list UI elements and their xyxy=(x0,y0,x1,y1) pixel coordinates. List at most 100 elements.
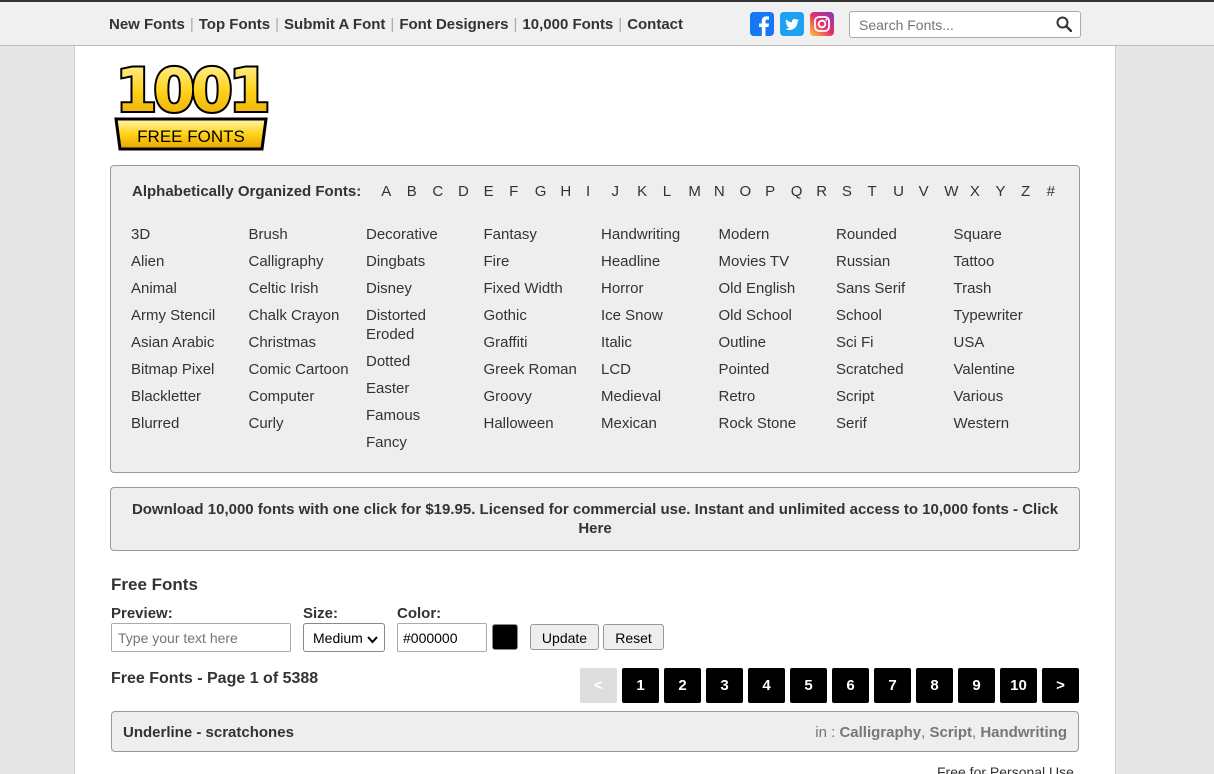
nav-top-fonts[interactable]: Top Fonts xyxy=(199,16,270,33)
category-link[interactable]: Square xyxy=(954,225,1072,244)
page-button[interactable]: 5 xyxy=(790,668,827,703)
site-logo[interactable]: 1001 FREE FONTS xyxy=(110,54,273,151)
category-link[interactable]: Fantasy xyxy=(484,225,602,244)
category-link[interactable]: Asian Arabic xyxy=(131,333,249,352)
category-link[interactable]: Trash xyxy=(954,279,1072,298)
category-link[interactable]: Curly xyxy=(249,414,367,433)
alphabet-letter[interactable]: F xyxy=(509,183,535,200)
font-category-link[interactable]: Calligraphy xyxy=(839,724,921,741)
alphabet-letter[interactable]: I xyxy=(586,183,612,200)
category-link[interactable]: Fire xyxy=(484,252,602,271)
alphabet-letter[interactable]: B xyxy=(407,183,433,200)
nav-new-fonts[interactable]: New Fonts xyxy=(109,16,185,33)
category-link[interactable]: Typewriter xyxy=(954,306,1072,325)
category-link[interactable]: Christmas xyxy=(249,333,367,352)
alphabet-letter[interactable]: J xyxy=(612,183,638,200)
category-link[interactable]: Graffiti xyxy=(484,333,602,352)
page-button[interactable]: 1 xyxy=(622,668,659,703)
page-button[interactable]: 4 xyxy=(748,668,785,703)
alphabet-letter[interactable]: P xyxy=(765,183,791,200)
alphabet-letter[interactable]: Y xyxy=(995,183,1021,200)
category-link[interactable]: Comic Cartoon xyxy=(249,360,367,379)
category-link[interactable]: Old English xyxy=(719,279,837,298)
category-link[interactable]: Serif xyxy=(836,414,954,433)
promo-text[interactable]: Download 10,000 fonts with one click for… xyxy=(132,501,1058,537)
alphabet-letter[interactable]: T xyxy=(867,183,893,200)
promo-banner[interactable]: Download 10,000 fonts with one click for… xyxy=(110,487,1080,551)
category-link[interactable]: Dingbats xyxy=(366,252,484,271)
category-link[interactable]: Sci Fi xyxy=(836,333,954,352)
font-category-link[interactable]: Script xyxy=(929,724,972,741)
alphabet-letter[interactable]: M xyxy=(688,183,714,200)
instagram-icon[interactable] xyxy=(810,12,834,36)
category-link[interactable]: Headline xyxy=(601,252,719,271)
alphabet-letter[interactable]: A xyxy=(381,183,407,200)
alphabet-letter[interactable]: C xyxy=(432,183,458,200)
category-link[interactable]: School xyxy=(836,306,954,325)
alphabet-letter[interactable]: G xyxy=(535,183,561,200)
page-button[interactable]: 8 xyxy=(916,668,953,703)
category-link[interactable]: Animal xyxy=(131,279,249,298)
alphabet-letter[interactable]: W xyxy=(944,183,970,200)
prev-page-button[interactable]: < xyxy=(580,668,617,703)
size-select[interactable]: Medium xyxy=(303,623,385,652)
update-button[interactable]: Update xyxy=(530,624,599,650)
page-button[interactable]: 2 xyxy=(664,668,701,703)
search-input[interactable] xyxy=(859,12,1049,37)
color-swatch[interactable] xyxy=(492,624,518,650)
category-link[interactable]: Blackletter xyxy=(131,387,249,406)
category-link[interactable]: Alien xyxy=(131,252,249,271)
category-link[interactable]: Russian xyxy=(836,252,954,271)
alphabet-letter[interactable]: E xyxy=(484,183,510,200)
category-link[interactable]: Halloween xyxy=(484,414,602,433)
alphabet-letter[interactable]: Z xyxy=(1021,183,1047,200)
twitter-icon[interactable] xyxy=(780,12,804,36)
category-link[interactable]: Computer xyxy=(249,387,367,406)
category-link[interactable]: Fixed Width xyxy=(484,279,602,298)
color-hex-input[interactable]: #000000 xyxy=(397,623,487,652)
category-link[interactable]: Rounded xyxy=(836,225,954,244)
category-link[interactable]: Celtic Irish xyxy=(249,279,367,298)
category-link[interactable]: Western xyxy=(954,414,1072,433)
reset-button[interactable]: Reset xyxy=(603,624,664,650)
page-button[interactable]: 3 xyxy=(706,668,743,703)
category-link[interactable]: 3D xyxy=(131,225,249,244)
category-link[interactable]: Brush xyxy=(249,225,367,244)
category-link[interactable]: Easter xyxy=(366,379,484,398)
alphabet-letter[interactable]: # xyxy=(1047,183,1073,200)
category-link[interactable]: Mexican xyxy=(601,414,719,433)
category-link[interactable]: Dotted xyxy=(366,352,484,371)
category-link[interactable]: LCD xyxy=(601,360,719,379)
category-link[interactable]: Chalk Crayon xyxy=(249,306,367,325)
font-name-link[interactable]: Underline xyxy=(123,724,192,741)
category-link[interactable]: Script xyxy=(836,387,954,406)
category-link[interactable]: Handwriting xyxy=(601,225,719,244)
search-icon[interactable] xyxy=(1056,16,1073,37)
font-category-link[interactable]: Handwriting xyxy=(980,724,1067,741)
category-link[interactable]: Decorative xyxy=(366,225,484,244)
next-page-button[interactable]: > xyxy=(1042,668,1079,703)
page-button[interactable]: 10 xyxy=(1000,668,1037,703)
category-link[interactable]: Modern xyxy=(719,225,837,244)
nav-contact[interactable]: Contact xyxy=(627,16,683,33)
category-link[interactable]: Groovy xyxy=(484,387,602,406)
category-link[interactable]: Horror xyxy=(601,279,719,298)
page-button[interactable]: 9 xyxy=(958,668,995,703)
nav-10000-fonts[interactable]: 10,000 Fonts xyxy=(522,16,613,33)
alphabet-letter[interactable]: U xyxy=(893,183,919,200)
category-link[interactable]: Scratched xyxy=(836,360,954,379)
category-link[interactable]: Sans Serif xyxy=(836,279,954,298)
category-link[interactable]: Famous xyxy=(366,406,484,425)
alphabet-letter[interactable]: R xyxy=(816,183,842,200)
alphabet-letter[interactable]: Q xyxy=(791,183,817,200)
alphabet-letter[interactable]: S xyxy=(842,183,868,200)
alphabet-letter[interactable]: K xyxy=(637,183,663,200)
category-link[interactable]: Movies TV xyxy=(719,252,837,271)
alphabet-letter[interactable]: V xyxy=(919,183,945,200)
facebook-icon[interactable] xyxy=(750,12,774,36)
page-button[interactable]: 7 xyxy=(874,668,911,703)
nav-font-designers[interactable]: Font Designers xyxy=(399,16,508,33)
page-button[interactable]: 6 xyxy=(832,668,869,703)
preview-text-input[interactable] xyxy=(111,623,291,652)
category-link[interactable]: Blurred xyxy=(131,414,249,433)
